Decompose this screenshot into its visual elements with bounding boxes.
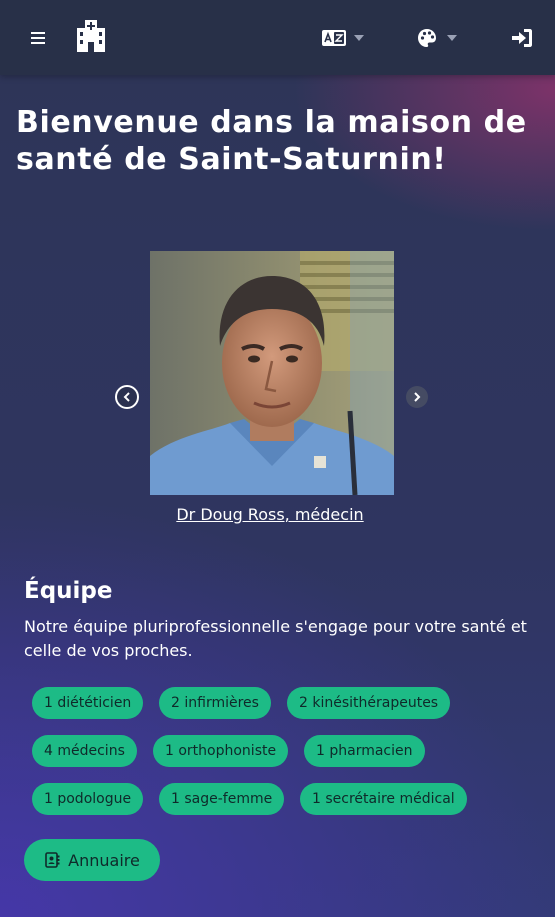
directory-button[interactable]: Annuaire [24,839,160,881]
team-chip-medical-secretary[interactable]: 1 secrétaire médical [300,783,467,815]
home-logo-link[interactable] [72,15,110,55]
carousel-prev-button[interactable] [115,385,139,409]
theme-dropdown[interactable] [414,24,460,52]
menu-button[interactable] [22,22,54,54]
address-book-icon [45,852,60,868]
team-chip-podiatrist[interactable]: 1 podologue [32,783,144,815]
team-heading: Équipe [24,578,113,604]
hamburger-icon [31,32,45,44]
chevron-left-icon [123,392,130,402]
top-navbar [0,0,555,75]
chevron-down-icon [354,35,364,41]
carousel-next-button[interactable] [406,386,428,408]
page-title: Bienvenue dans la maison de santé de Sai… [16,105,527,177]
chevron-right-icon [414,392,421,402]
login-button[interactable] [506,22,538,54]
team-chip-doctors[interactable]: 4 médecins [32,735,137,767]
team-chip-physiotherapists[interactable]: 2 kinésithérapeutes [287,687,451,719]
staff-photo [150,251,394,495]
translate-icon [322,30,346,46]
team-chip-pharmacist[interactable]: 1 pharmacien [304,735,425,767]
chevron-down-icon [447,35,457,41]
sign-in-icon [512,29,532,47]
team-chip-dietitian[interactable]: 1 diététicien [32,687,144,719]
team-chip-nurses[interactable]: 2 infirmières [159,687,271,719]
clinic-building-icon [77,20,105,52]
team-chip-midwife[interactable]: 1 sage-femme [159,783,285,815]
team-description: Notre équipe pluriprofessionnelle s'enga… [24,617,527,660]
carousel-caption-link[interactable]: Dr Doug Ross, médecin [150,505,390,525]
language-dropdown[interactable] [318,24,368,52]
directory-button-label: Annuaire [68,850,140,870]
palette-icon [418,29,436,47]
team-chip-speech-therapist[interactable]: 1 orthophoniste [153,735,289,767]
